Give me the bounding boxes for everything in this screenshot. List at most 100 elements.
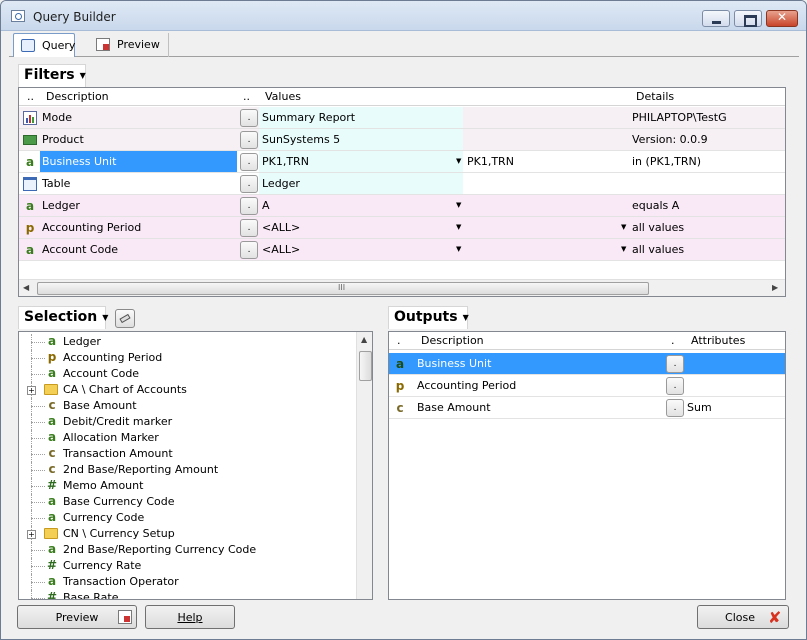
tree-item[interactable]: # Memo Amount (19, 478, 356, 494)
filters-header-description[interactable]: Description (46, 90, 109, 103)
tab-query[interactable]: Query (13, 33, 75, 57)
tree-item[interactable]: a Ledger (19, 334, 356, 350)
scroll-up-icon[interactable]: ▲ (361, 335, 367, 344)
filter-ellipsis-button[interactable]: . (240, 241, 258, 259)
tree-item[interactable]: c Transaction Amount (19, 446, 356, 462)
filter-row-table[interactable]: Table . Ledger (19, 173, 785, 195)
minimize-button[interactable] (702, 10, 730, 27)
filter-ellipsis-button[interactable]: . (240, 131, 258, 149)
tree-item[interactable]: a Currency Code (19, 510, 356, 526)
filter-value[interactable]: <ALL> (262, 221, 300, 234)
value-cell[interactable]: Ledger (259, 173, 463, 194)
tree-line (31, 518, 45, 519)
filter-row-business-unit[interactable]: a Business Unit . PK1,TRN ▼ PK1,TRN in (… (19, 151, 785, 173)
filter-ellipsis-button[interactable]: . (240, 219, 258, 237)
output-ellipsis-button[interactable]: . (666, 377, 684, 395)
close-button[interactable]: Close ✘ (697, 605, 789, 629)
preview-icon (96, 38, 110, 51)
tree-item[interactable]: + CA \ Chart of Accounts (19, 382, 356, 398)
filter-value: Summary Report (262, 111, 356, 124)
tree-item[interactable]: a Account Code (19, 366, 356, 382)
filter-ellipsis-button[interactable]: . (240, 175, 258, 193)
folder-icon (44, 528, 58, 539)
filters-dropdown[interactable]: Filters ▼ (18, 64, 86, 87)
product-icon (23, 135, 37, 145)
filter-ellipsis-button[interactable]: . (240, 109, 258, 127)
filter-description: Table (42, 177, 71, 190)
alpha-field-icon: a (47, 366, 57, 380)
filter-row-product[interactable]: Product . SunSystems 5 Version: 0.0.9 (19, 129, 785, 151)
maximize-button[interactable] (734, 10, 762, 27)
output-row-accounting-period[interactable]: p Accounting Period . (389, 375, 785, 397)
filter-description: Accounting Period (42, 221, 142, 234)
value-cell[interactable]: Summary Report (259, 107, 463, 128)
alpha-field-icon: a (47, 494, 57, 508)
tree-item[interactable]: + CN \ Currency Setup (19, 526, 356, 542)
dropdown-arrow-icon[interactable]: ▼ (456, 201, 461, 209)
expand-icon[interactable]: + (27, 530, 36, 539)
dropdown-arrow-icon[interactable]: ▼ (456, 157, 461, 165)
output-ellipsis-button[interactable]: . (666, 399, 684, 417)
filters-horizontal-scrollbar[interactable]: ◀ III ▶ (19, 279, 785, 296)
currency-field-icon: c (396, 401, 404, 415)
filter-row-mode[interactable]: Mode . Summary Report PHILAPTOP\TestG (19, 107, 785, 129)
scrollbar-thumb[interactable] (359, 351, 372, 381)
filters-header-marker2: .. (243, 90, 250, 103)
tree-item[interactable]: a Transaction Operator (19, 574, 356, 590)
scrollbar-thumb[interactable]: III (37, 282, 649, 295)
help-button[interactable]: Help (145, 605, 235, 629)
dropdown-arrow-icon[interactable]: ▼ (456, 245, 461, 253)
table-icon (23, 177, 37, 191)
output-row-base-amount[interactable]: c Base Amount . Sum (389, 397, 785, 419)
tree-item[interactable]: # Currency Rate (19, 558, 356, 574)
filter-ellipsis-button[interactable]: . (240, 153, 258, 171)
scroll-right-icon[interactable]: ▶ (772, 283, 778, 292)
tree-item-label: Ledger (63, 335, 101, 348)
scroll-left-icon[interactable]: ◀ (23, 283, 29, 292)
tree-item[interactable]: c Base Amount (19, 398, 356, 414)
value-cell[interactable]: SunSystems 5 (259, 129, 463, 150)
filter-description: Business Unit (42, 155, 117, 168)
expand-icon[interactable]: + (27, 386, 36, 395)
tree-item[interactable]: a Base Currency Code (19, 494, 356, 510)
filter-row-account-code[interactable]: a Account Code . <ALL> ▼ ▼ all values (19, 239, 785, 261)
filter-ellipsis-button[interactable]: . (240, 197, 258, 215)
tree-item[interactable]: c 2nd Base/Reporting Amount (19, 462, 356, 478)
period-field-icon: p (25, 221, 35, 235)
value-cell[interactable]: PK1,TRN (259, 151, 463, 172)
number-field-icon: # (46, 558, 58, 572)
filter-row-ledger[interactable]: a Ledger . A ▼ equals A (19, 195, 785, 217)
tree-item[interactable]: a 2nd Base/Reporting Currency Code (19, 542, 356, 558)
alpha-field-icon: a (47, 430, 57, 444)
tree-line (31, 454, 45, 455)
selection-vertical-scrollbar[interactable]: ▲ (356, 332, 372, 599)
filters-header-details[interactable]: Details (636, 90, 674, 103)
filters-header-values[interactable]: Values (265, 90, 301, 103)
alpha-field-icon: a (25, 243, 35, 257)
selection-dropdown[interactable]: Selection ▼ (18, 306, 108, 329)
filter-value[interactable]: A (262, 199, 270, 212)
tab-preview[interactable]: Preview (89, 33, 169, 57)
preview-button[interactable]: Preview (17, 605, 137, 629)
filter-details: equals A (632, 199, 680, 212)
filter-value[interactable]: <ALL> (262, 243, 300, 256)
tree-item[interactable]: # Base Rate (19, 590, 356, 599)
outputs-header-description[interactable]: Description (421, 334, 484, 347)
tree-item[interactable]: a Allocation Marker (19, 430, 356, 446)
tree-item[interactable]: p Accounting Period (19, 350, 356, 366)
alpha-field-icon: a (47, 334, 57, 348)
output-ellipsis-button[interactable]: . (666, 355, 684, 373)
tree-item[interactable]: a Debit/Credit marker (19, 414, 356, 430)
number-field-icon: # (46, 478, 58, 492)
output-row-business-unit[interactable]: a Business Unit . (389, 353, 785, 375)
dropdown-arrow-icon[interactable]: ▼ (621, 223, 626, 231)
outputs-header-attributes[interactable]: Attributes (691, 334, 745, 347)
outputs-dropdown[interactable]: Outputs ▼ (388, 306, 469, 329)
eraser-button[interactable] (115, 309, 135, 328)
dropdown-arrow-icon[interactable]: ▼ (456, 223, 461, 231)
close-window-button[interactable]: ✕ (766, 10, 798, 27)
currency-field-icon: c (48, 398, 56, 412)
dropdown-arrow-icon[interactable]: ▼ (621, 245, 626, 253)
tree-item-label: Transaction Amount (63, 447, 173, 460)
filter-row-accounting-period[interactable]: p Accounting Period . <ALL> ▼ ▼ all valu… (19, 217, 785, 239)
